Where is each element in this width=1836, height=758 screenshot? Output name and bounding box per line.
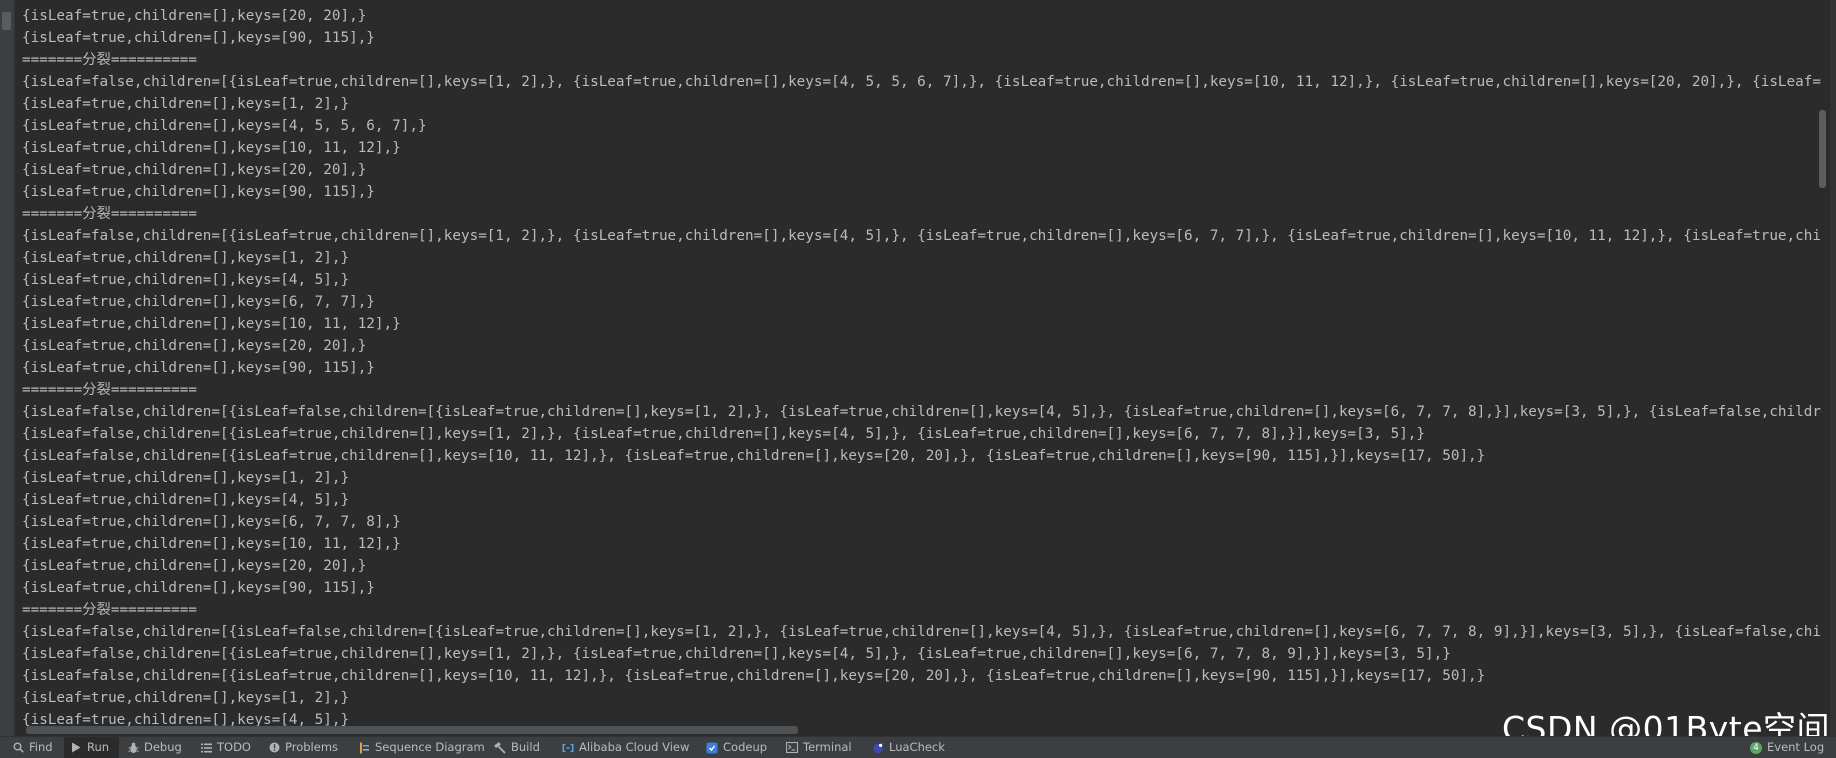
- console-line: =======分裂==========: [22, 382, 197, 398]
- console-line: {isLeaf=true,children=[],keys=[20, 20],}: [22, 338, 367, 354]
- event-log-label: Event Log: [1767, 740, 1825, 754]
- console-line: {isLeaf=true,children=[],keys=[4, 5],}: [22, 712, 350, 726]
- console-line: =======分裂==========: [22, 602, 197, 618]
- tool-tab-run[interactable]: Run: [64, 737, 120, 758]
- tool-tab-codeup[interactable]: Codeup: [706, 737, 767, 758]
- horizontal-scrollbar-thumb[interactable]: [26, 726, 798, 734]
- console-line: {isLeaf=true,children=[],keys=[1, 2],}: [22, 96, 350, 112]
- tool-tab-label: TODO: [217, 740, 251, 754]
- console-line: {isLeaf=true,children=[],keys=[20, 20],}: [22, 8, 367, 24]
- tool-tab-alibaba-cloud-view[interactable]: Alibaba Cloud View: [562, 737, 689, 758]
- console-line: {isLeaf=true,children=[],keys=[20, 20],}: [22, 558, 367, 574]
- console-line: =======分裂==========: [22, 206, 197, 222]
- luacheck-icon: [872, 741, 884, 754]
- tool-tab-label: Sequence Diagram: [375, 740, 485, 754]
- console-line: {isLeaf=true,children=[],keys=[10, 11, 1…: [22, 536, 401, 552]
- tool-tab-label: Run: [87, 740, 110, 754]
- vertical-scrollbar-thumb[interactable]: [1819, 110, 1826, 188]
- bottom-tool-window-bar: Find Run Debug TODO Problems Sequence Di…: [0, 736, 1836, 758]
- console-line: {isLeaf=true,children=[],keys=[20, 20],}: [22, 162, 367, 178]
- tool-tab-label: Codeup: [723, 740, 768, 754]
- console-line: {isLeaf=true,children=[],keys=[1, 2],}: [22, 470, 350, 486]
- console-output[interactable]: {isLeaf=true,children=[],keys=[20, 20],}…: [22, 0, 1822, 726]
- console-line: {isLeaf=true,children=[],keys=[6, 7, 7, …: [22, 514, 401, 530]
- tool-tab-problems[interactable]: Problems: [268, 737, 338, 758]
- console-line: {isLeaf=true,children=[],keys=[90, 115],…: [22, 580, 375, 596]
- tool-tab-sequence-diagram[interactable]: Sequence Diagram: [358, 737, 485, 758]
- tool-tab-label: Problems: [285, 740, 339, 754]
- sequence-diagram-icon: [358, 742, 370, 754]
- console-line: {isLeaf=false,children=[{isLeaf=true,chi…: [22, 646, 1451, 662]
- debug-icon: [127, 742, 139, 754]
- tool-tab-debug[interactable]: Debug: [127, 737, 182, 758]
- tool-tab-label: Find: [29, 740, 53, 754]
- build-icon: [494, 741, 506, 754]
- codeup-icon: [706, 742, 718, 754]
- tool-tab-todo[interactable]: TODO: [200, 737, 251, 758]
- console-line: {isLeaf=true,children=[],keys=[10, 11, 1…: [22, 140, 401, 156]
- console-line: {isLeaf=true,children=[],keys=[4, 5],}: [22, 272, 350, 288]
- tool-tab-build[interactable]: Build: [494, 737, 540, 758]
- event-log-tab[interactable]: 4 Event Log: [1750, 737, 1824, 758]
- terminal-icon: [786, 742, 798, 754]
- console-line: {isLeaf=true,children=[],keys=[10, 11, 1…: [22, 316, 401, 332]
- console-line: {isLeaf=true,children=[],keys=[90, 115],…: [22, 30, 375, 46]
- run-icon: [70, 742, 82, 754]
- tool-tab-terminal[interactable]: Terminal: [786, 737, 852, 758]
- alibaba-cloud-icon: [562, 742, 574, 754]
- tool-tab-label: Debug: [144, 740, 182, 754]
- console-line: {isLeaf=false,children=[{isLeaf=true,chi…: [22, 668, 1486, 684]
- problems-icon: [268, 742, 280, 754]
- gutter-marker[interactable]: [2, 12, 11, 30]
- console-line: {isLeaf=false,children=[{isLeaf=true,chi…: [22, 426, 1426, 442]
- left-gutter: [0, 0, 15, 736]
- console-line: {isLeaf=true,children=[],keys=[4, 5, 5, …: [22, 118, 427, 134]
- console-line: {isLeaf=false,children=[{isLeaf=false,ch…: [22, 404, 1822, 420]
- tool-tab-label: Alibaba Cloud View: [579, 740, 690, 754]
- console-line: {isLeaf=true,children=[],keys=[1, 2],}: [22, 690, 350, 706]
- console-line: {isLeaf=false,children=[{isLeaf=false,ch…: [22, 624, 1822, 640]
- console-line: {isLeaf=false,children=[{isLeaf=true,chi…: [22, 448, 1486, 464]
- search-icon: [12, 742, 24, 754]
- tool-tab-luacheck[interactable]: LuaCheck: [872, 737, 945, 758]
- console-line: =======分裂==========: [22, 52, 197, 68]
- console-line: {isLeaf=false,children=[{isLeaf=true,chi…: [22, 74, 1822, 90]
- tool-tab-label: Build: [511, 740, 540, 754]
- console-line: {isLeaf=true,children=[],keys=[1, 2],}: [22, 250, 350, 266]
- tool-tab-label: Terminal: [803, 740, 852, 754]
- console-line: {isLeaf=true,children=[],keys=[90, 115],…: [22, 360, 375, 376]
- tool-tab-find[interactable]: Find: [12, 737, 53, 758]
- console-line: {isLeaf=false,children=[{isLeaf=true,chi…: [22, 228, 1822, 244]
- console-line: {isLeaf=true,children=[],keys=[4, 5],}: [22, 492, 350, 508]
- console-line: {isLeaf=true,children=[],keys=[6, 7, 7],…: [22, 294, 375, 310]
- console-line: {isLeaf=true,children=[],keys=[90, 115],…: [22, 184, 375, 200]
- todo-icon: [200, 742, 212, 754]
- tool-tab-label: LuaCheck: [889, 740, 945, 754]
- event-log-count-badge: 4: [1750, 741, 1762, 754]
- right-error-stripe: [1830, 0, 1836, 736]
